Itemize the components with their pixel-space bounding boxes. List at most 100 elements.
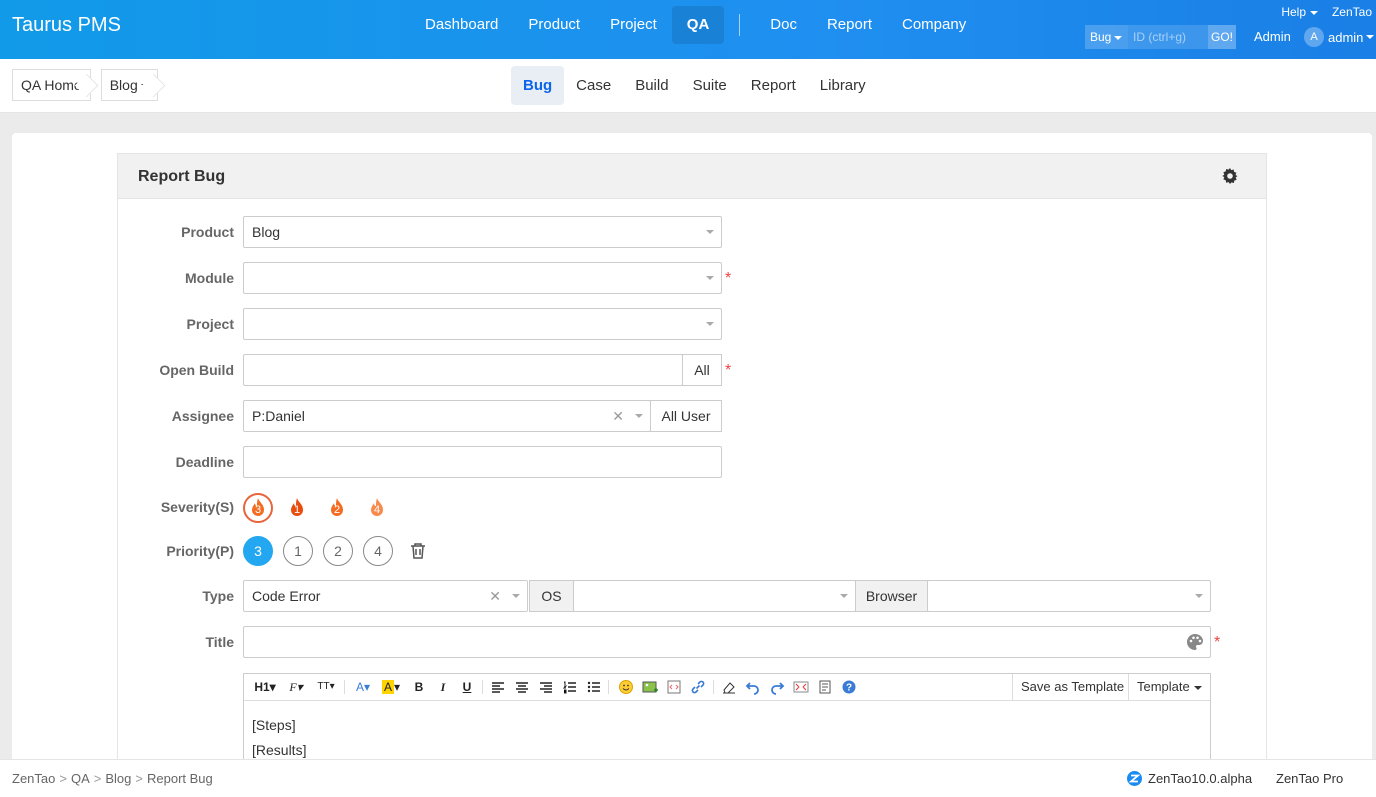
footer-crumb-separator: >	[93, 771, 102, 786]
subnav-case[interactable]: Case	[564, 66, 623, 105]
paste-icon[interactable]	[817, 678, 833, 696]
search-type-label: Bug	[1090, 30, 1112, 44]
italic-button[interactable]: I	[436, 678, 450, 696]
palette-icon[interactable]	[1186, 633, 1204, 651]
font-size-button[interactable]: TT▾	[315, 678, 337, 696]
open-build-label: Open Build	[159, 362, 234, 378]
highlight-icon[interactable]: A ▾	[380, 678, 402, 696]
priority-option-2[interactable]: 2	[323, 536, 353, 566]
priority-option-1[interactable]: 1	[283, 536, 313, 566]
subnav-suite[interactable]: Suite	[681, 66, 739, 105]
redo-icon[interactable]	[769, 678, 785, 696]
severity-number: 2	[334, 504, 340, 516]
severity-option-1[interactable]: 1	[286, 497, 308, 519]
app-brand[interactable]: Taurus PMS	[12, 14, 121, 37]
breadcrumb-qa-home[interactable]: QA Home	[12, 69, 91, 101]
heading-button[interactable]: H1▾	[252, 678, 278, 696]
close-icon[interactable]: ✕	[612, 401, 624, 431]
browser-addon-label: Browser	[855, 580, 928, 612]
severity-option-3[interactable]: 3	[247, 497, 269, 519]
open-build-all-button[interactable]: All	[682, 354, 722, 386]
image-icon[interactable]	[642, 678, 658, 696]
breadcrumb-product-label: Blog	[109, 77, 138, 93]
admin-link[interactable]: Admin	[1254, 29, 1291, 44]
subnav-library[interactable]: Library	[808, 66, 878, 105]
title-input[interactable]	[243, 626, 1211, 658]
subnav-bug[interactable]: Bug	[511, 66, 565, 105]
browser-select[interactable]	[927, 580, 1211, 612]
editor-body[interactable]: [Steps] [Results]	[244, 701, 1210, 763]
assignee-all-user-button[interactable]: All User	[650, 400, 722, 432]
chevron-down-icon	[635, 414, 643, 418]
underline-button[interactable]: U	[460, 678, 474, 696]
module-select[interactable]	[243, 262, 722, 294]
severity-option-4[interactable]: 4	[366, 497, 388, 519]
close-icon[interactable]: ✕	[489, 581, 501, 611]
fullscreen-icon[interactable]	[793, 678, 809, 696]
eraser-icon[interactable]	[721, 678, 737, 696]
module-label: Module	[185, 270, 234, 286]
toolbar-divider	[344, 680, 345, 694]
footer-version-link[interactable]: ZenTao10.0.alpha	[1126, 770, 1252, 787]
project-select[interactable]	[243, 308, 722, 340]
align-left-icon[interactable]	[491, 678, 505, 696]
zentao-link[interactable]: ZenTao	[1332, 5, 1372, 19]
help-icon[interactable]: ?	[841, 678, 857, 696]
search-type-select[interactable]: Bug	[1085, 25, 1128, 49]
align-right-icon[interactable]	[539, 678, 553, 696]
align-center-icon[interactable]	[515, 678, 529, 696]
search-go-button[interactable]: GO!	[1208, 25, 1236, 49]
footer-crumb-zentao[interactable]: ZenTao	[12, 771, 55, 786]
deadline-input[interactable]	[243, 446, 722, 478]
search-input[interactable]	[1128, 25, 1208, 49]
severity-option-2[interactable]: 2	[326, 497, 348, 519]
chevron-down-icon	[1114, 35, 1123, 40]
product-select[interactable]: Blog	[243, 216, 722, 248]
footer-crumb-blog[interactable]: Blog	[105, 771, 131, 786]
help-menu[interactable]: Help	[1281, 5, 1318, 19]
os-select[interactable]	[573, 580, 856, 612]
assignee-select[interactable]: P:Daniel ✕	[243, 400, 651, 432]
link-icon[interactable]	[690, 678, 706, 696]
priority-option-3[interactable]: 3	[243, 536, 273, 566]
steps-editor[interactable]: H1▾ F▾ TT▾ A▾ A ▾ B I U ? Save as Templa…	[243, 673, 1211, 763]
trash-icon[interactable]	[408, 541, 428, 561]
subnav-report[interactable]: Report	[739, 66, 808, 105]
report-bug-panel: Report Bug Product Blog Module * Project…	[117, 153, 1267, 763]
toolbar-divider	[713, 680, 714, 694]
bold-button[interactable]: B	[412, 678, 426, 696]
ordered-list-icon[interactable]	[563, 678, 577, 696]
undo-icon[interactable]	[745, 678, 761, 696]
nav-product[interactable]: Product	[513, 6, 595, 44]
code-block-icon[interactable]	[666, 678, 682, 696]
chevron-down-icon	[140, 84, 149, 89]
priority-option-4[interactable]: 4	[363, 536, 393, 566]
gear-icon[interactable]	[1222, 168, 1238, 184]
emoji-icon[interactable]	[618, 678, 634, 696]
breadcrumb-product[interactable]: Blog	[100, 69, 158, 101]
nav-company[interactable]: Company	[887, 6, 981, 44]
template-dropdown[interactable]: Template	[1128, 674, 1210, 700]
nav-qa[interactable]: QA	[671, 6, 725, 44]
main-nav: Dashboard Product Project QA Doc Report …	[410, 6, 981, 44]
open-build-select[interactable]	[243, 354, 683, 386]
user-menu[interactable]: A admin	[1304, 27, 1375, 47]
help-label: Help	[1281, 5, 1306, 19]
footer-version: ZenTao10.0.alpha	[1148, 771, 1253, 786]
subnav-build[interactable]: Build	[623, 66, 680, 105]
nav-project[interactable]: Project	[595, 6, 672, 44]
severity-number: 4	[374, 504, 380, 516]
footer-crumb-qa[interactable]: QA	[71, 771, 90, 786]
font-color-icon[interactable]: A▾	[352, 678, 374, 696]
font-family-button[interactable]: F▾	[286, 678, 306, 696]
nav-divider	[739, 14, 741, 36]
footer-pro-link[interactable]: ZenTao Pro	[1276, 771, 1343, 786]
bullet-list-icon[interactable]	[587, 678, 601, 696]
nav-dashboard[interactable]: Dashboard	[410, 6, 513, 44]
toolbar-divider	[482, 680, 483, 694]
editor-line-steps: [Steps]	[252, 717, 296, 733]
save-as-template-button[interactable]: Save as Template	[1012, 674, 1132, 700]
type-select[interactable]: Code Error ✕	[243, 580, 528, 612]
nav-report[interactable]: Report	[812, 6, 887, 44]
nav-doc[interactable]: Doc	[755, 6, 812, 44]
